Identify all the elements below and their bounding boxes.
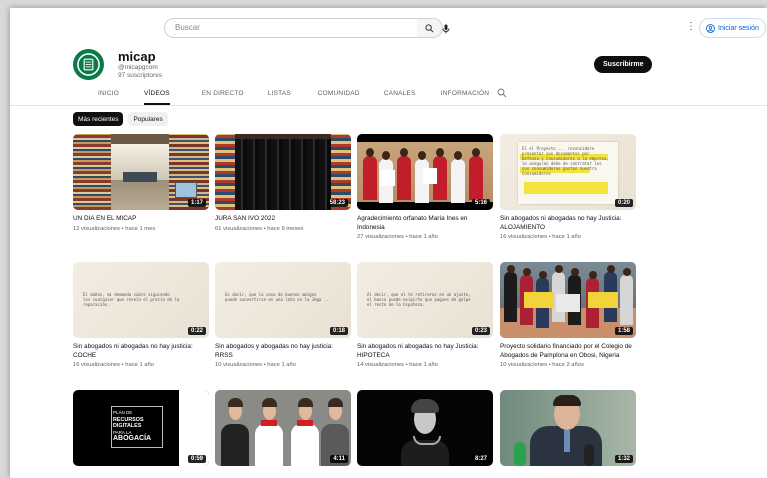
- search-box[interactable]: [164, 18, 418, 38]
- video-card[interactable]: El daños, mi demanda cubre siguiendo los…: [73, 262, 209, 368]
- video-title[interactable]: JURA SAN IVO 2022: [215, 215, 351, 224]
- video-duration: 1:32: [614, 455, 633, 463]
- video-thumbnail[interactable]: 5:16: [357, 134, 493, 210]
- video-card[interactable]: 1:17 UN DIA EN EL MICAP 12 visualizaciones…: [73, 134, 209, 232]
- tab-v-deos[interactable]: VÍDEOS: [144, 89, 170, 105]
- more-options-icon[interactable]: ⋮: [686, 21, 696, 32]
- video-card[interactable]: Al decir, que el te retireras en un ajus…: [357, 262, 493, 368]
- thumbnail-text: Al decir, que el te retireras en un ajus…: [367, 292, 471, 307]
- tab-inicio[interactable]: INICIO: [73, 89, 144, 105]
- thumbnail-text: PLAN DE RECURSOS DIGITALES PARA LA ABOGACÍA: [113, 410, 152, 442]
- video-card[interactable]: 8:27: [357, 390, 493, 466]
- video-title[interactable]: Agradecimiento orfanato María Ines en In…: [357, 215, 493, 232]
- chip-popular[interactable]: Populares: [128, 112, 168, 126]
- video-thumbnail[interactable]: Al decir, que el te retireras en un ajus…: [357, 262, 493, 338]
- signin-label: Iniciar sesión: [718, 24, 759, 32]
- video-thumbnail[interactable]: PLAN DE RECURSOS DIGITALES PARA LA ABOGACÍA…: [73, 390, 209, 466]
- search-input[interactable]: [175, 23, 405, 32]
- channel-search-icon[interactable]: [497, 88, 507, 98]
- sort-chips: Más recientes Populares: [73, 112, 168, 126]
- channel-name: micap: [118, 49, 156, 64]
- video-thumbnail[interactable]: 4:11: [215, 390, 351, 466]
- video-card[interactable]: El el Proyecto ... reconsidere presentar…: [500, 134, 636, 240]
- video-thumbnail[interactable]: 58:23: [215, 134, 351, 210]
- video-duration: 5:16: [471, 199, 490, 207]
- video-meta: 14 visualizaciones • hace 1 año: [357, 362, 438, 368]
- video-thumbnail[interactable]: El daños, mi demanda cubre siguiendo los…: [73, 262, 209, 338]
- subscriber-count: 97 suscriptores: [118, 72, 163, 79]
- channel-avatar[interactable]: [73, 49, 104, 80]
- video-card[interactable]: PLAN DE RECURSOS DIGITALES PARA LA ABOGACÍA…: [73, 390, 209, 466]
- video-title[interactable]: UN DIA EN EL MICAP: [73, 215, 209, 224]
- tab-informaci-n[interactable]: INFORMACIÓN: [441, 89, 501, 105]
- video-meta: 16 visualizaciones • hace 1 año: [73, 362, 154, 368]
- video-meta: 10 visualizaciones • hace 1 año: [215, 362, 296, 368]
- video-title[interactable]: Sin abogados ni abogadas no hay justicia…: [73, 343, 209, 360]
- video-meta: 10 visualizaciones • hace 2 años: [500, 362, 584, 368]
- video-duration: 0:20: [614, 199, 633, 207]
- microphone-icon: [442, 24, 450, 34]
- thumbnail-text: El el Proyecto ... reconsidere presentar…: [522, 146, 609, 176]
- video-meta: 61 visualizaciones • hace 9 meses: [215, 225, 304, 232]
- video-card[interactable]: 4:11: [215, 390, 351, 466]
- video-title[interactable]: Sin abogados ni abogadas no hay Justicia…: [357, 343, 493, 360]
- video-thumbnail[interactable]: 1:17: [73, 134, 209, 210]
- video-card[interactable]: 5:16 Agradecimiento orfanato María Ines e…: [357, 134, 493, 240]
- thumbnail-text: Es decir, que la cosa de buenos amigos p…: [225, 292, 329, 302]
- video-meta: 27 visualizaciones • hace 1 año: [357, 234, 438, 240]
- video-duration: 58:23: [326, 199, 348, 207]
- video-meta: 12 visualizaciones • hace 1 mes: [73, 225, 156, 232]
- video-duration: 0:22: [187, 327, 206, 335]
- video-duration: 4:11: [330, 455, 348, 463]
- tabs-divider: [10, 105, 767, 106]
- voice-search-button[interactable]: [439, 22, 453, 36]
- video-duration: 8:27: [471, 455, 490, 463]
- subscribe-button[interactable]: Suscribirme: [594, 56, 653, 73]
- account-icon: [706, 23, 715, 33]
- video-card[interactable]: Es decir, que la cosa de buenos amigos p…: [215, 262, 351, 368]
- tab-canales[interactable]: CANALES: [384, 89, 441, 105]
- video-meta: 16 visualizaciones • hace 1 año: [500, 234, 581, 240]
- video-thumbnail[interactable]: El el Proyecto ... reconsidere presentar…: [500, 134, 636, 210]
- video-title[interactable]: Sin abogados ni abogadas no hay Justicia…: [500, 215, 636, 232]
- search-icon: [425, 23, 434, 32]
- video-card[interactable]: 1:58 Proyecto solidario financiado por el…: [500, 262, 636, 368]
- video-thumbnail[interactable]: Es decir, que la cosa de buenos amigos p…: [215, 262, 351, 338]
- tab-comunidad[interactable]: COMUNIDAD: [318, 89, 384, 105]
- video-duration: 1:17: [187, 199, 206, 207]
- video-duration: 0:59: [187, 455, 206, 463]
- video-card[interactable]: 58:23 JURA SAN IVO 2022 61 visualizaciones…: [215, 134, 351, 232]
- channel-handle: @micapgcom: [118, 64, 158, 71]
- tab-en-directo[interactable]: EN DIRECTO: [202, 89, 268, 105]
- video-title[interactable]: Sin abogados y abogadas no hay justicia:…: [215, 343, 351, 360]
- tab-listas[interactable]: LISTAS: [268, 89, 318, 105]
- video-thumbnail[interactable]: 1:32: [500, 390, 636, 466]
- thumbnail-text: El daños, mi demanda cubre siguiendo los…: [83, 292, 180, 307]
- video-card[interactable]: 1:32: [500, 390, 636, 466]
- video-duration: 0:18: [329, 327, 348, 335]
- browser-window: ⋮ Iniciar sesión micap @micapgcom 97 sus…: [10, 8, 767, 478]
- video-thumbnail[interactable]: 8:27: [357, 390, 493, 466]
- micap-logo: [77, 53, 100, 76]
- video-title[interactable]: Proyecto solidario financiado por el Col…: [500, 343, 636, 360]
- video-duration: 0:23: [471, 327, 490, 335]
- chip-recent[interactable]: Más recientes: [73, 112, 124, 126]
- video-thumbnail[interactable]: 1:58: [500, 262, 636, 338]
- channel-tabs: INICIO VÍDEOS EN DIRECTO LISTAS COMUNIDAD CAN…: [73, 89, 501, 105]
- signin-button[interactable]: Iniciar sesión: [699, 18, 766, 38]
- video-duration: 1:58: [614, 327, 633, 335]
